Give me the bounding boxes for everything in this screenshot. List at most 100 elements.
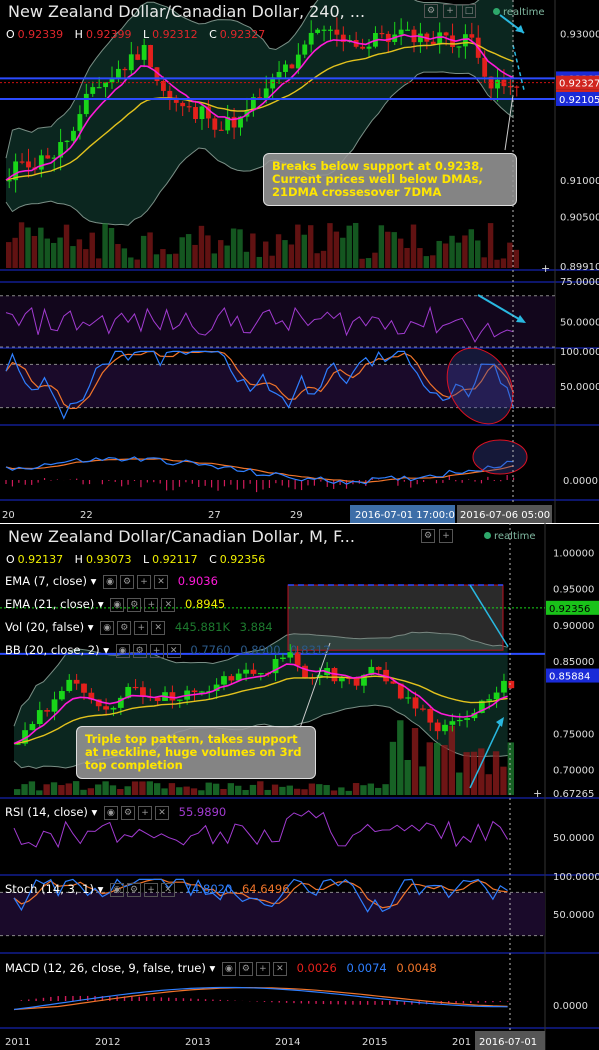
eye-icon[interactable]: ◉ — [103, 574, 118, 589]
candle-body — [385, 33, 391, 43]
candle-body — [44, 710, 51, 712]
candle-body — [29, 724, 36, 731]
x-axis-label: 2014 — [275, 1037, 300, 1048]
plus-icon[interactable]: + — [149, 643, 164, 658]
close-icon[interactable]: ✕ — [154, 805, 169, 820]
volume-bar — [264, 789, 271, 795]
close-icon[interactable]: ✕ — [166, 643, 181, 658]
eye-icon[interactable]: ◉ — [221, 961, 236, 976]
close-icon[interactable]: ✕ — [154, 574, 169, 589]
volume-bar — [419, 766, 426, 795]
realtime-indicator: realtime — [484, 531, 536, 542]
gear-icon[interactable]: ⚙ — [120, 805, 135, 820]
eye-icon[interactable]: ◉ — [110, 597, 125, 612]
plus-icon[interactable]: + — [137, 805, 152, 820]
volume-bar — [263, 241, 269, 268]
volume-bar — [385, 231, 391, 268]
price-label: 0.90500 — [560, 213, 599, 224]
candle-body — [199, 106, 205, 120]
candle-body — [110, 707, 117, 710]
vol-legend[interactable]: Vol (20, false) ▾ ◉ ⚙ + ✕ 445.881K 3.884 — [5, 620, 273, 635]
candle-body — [51, 699, 58, 712]
open-value: 0.92339 — [17, 28, 64, 41]
settings-icon[interactable]: ⚙ — [424, 4, 438, 18]
volume-bar — [166, 254, 173, 268]
chart-monthly[interactable]: 1.00000 0.95000 0.92356 0.90000 0.85000 0.858… — [0, 523, 599, 1050]
expand-icon[interactable]: + — [443, 4, 457, 18]
volume-bar — [333, 231, 340, 268]
close-icon[interactable]: ✕ — [272, 961, 287, 976]
expand-icon[interactable]: + — [439, 529, 453, 543]
stoch-legend[interactable]: Stoch (14, 3, 1) ▾ ◉ ⚙ + ✕ 74.8020 64.6496 — [5, 882, 290, 897]
candle-body — [263, 88, 269, 99]
volume-bar — [153, 783, 161, 795]
volume-bar — [76, 239, 83, 268]
volume-bar — [183, 786, 190, 795]
close-icon[interactable]: ✕ — [161, 597, 176, 612]
stoch-k-value: 74.8020 — [184, 882, 233, 896]
vol-value: 445.881K — [174, 620, 230, 634]
macd-signal-value: 0.0074 — [346, 961, 387, 975]
volume-bar — [307, 225, 314, 268]
volume-bar — [301, 234, 307, 268]
volume-bar — [389, 741, 397, 795]
close-icon[interactable]: ✕ — [161, 882, 176, 897]
chart-4h-canvas[interactable]: 0.930000.923850.923273:26:220.921050.910… — [0, 0, 599, 523]
rsi-label: 75.0000 — [560, 277, 599, 288]
bb-legend[interactable]: BB (20, close, 2) ▾ ◉ ⚙ + ✕ 0.7760 0.8900 0… — [5, 643, 330, 658]
candle-body — [141, 45, 147, 60]
eye-icon[interactable]: ◉ — [103, 805, 118, 820]
vol-value-2: 3.884 — [239, 620, 273, 634]
plus-icon[interactable]: + — [144, 597, 159, 612]
ema7-legend[interactable]: EMA (7, close) ▾ ◉ ⚙ + ✕ 0.9036 — [5, 574, 218, 589]
settings-icon[interactable]: ⚙ — [421, 529, 435, 543]
volume-bar — [286, 785, 293, 795]
chart-title: New Zealand Dollar/Canadian Dollar, 240,… — [8, 2, 366, 21]
eye-icon[interactable]: ◉ — [110, 882, 125, 897]
chart-4h[interactable]: 0.930000.923850.923273:26:220.921050.910… — [0, 0, 599, 523]
gear-icon[interactable]: ⚙ — [120, 574, 135, 589]
ema21-legend[interactable]: EMA (21, close) ▾ ◉ ⚙ + ✕ 0.8945 — [5, 597, 225, 612]
triple-top-box — [287, 584, 504, 651]
macd-legend[interactable]: MACD (12, 26, close, 9, false, true) ▾ ◉… — [5, 961, 437, 976]
rsi-label: RSI (14, close) — [5, 805, 88, 819]
plus-icon[interactable]: + — [255, 961, 270, 976]
volume-bar — [242, 789, 249, 795]
volume-bar — [391, 232, 397, 268]
volume-bar — [237, 229, 243, 268]
candle-body — [77, 114, 83, 131]
volume-bar — [185, 234, 192, 268]
maximize-icon[interactable]: □ — [462, 4, 476, 18]
gear-icon[interactable]: ⚙ — [127, 597, 142, 612]
volume-bar — [153, 254, 160, 268]
volume-bar — [57, 237, 63, 268]
volume-bar — [507, 742, 514, 795]
volume-bar — [481, 257, 487, 268]
plus-icon[interactable]: + — [137, 574, 152, 589]
price-label: 0.75000 — [553, 729, 594, 740]
eye-icon[interactable]: ◉ — [115, 643, 130, 658]
volume-bar — [43, 784, 50, 795]
volume-bar — [28, 781, 36, 795]
volume-bar — [224, 245, 230, 268]
eye-icon[interactable]: ◉ — [100, 620, 115, 635]
gear-icon[interactable]: ⚙ — [132, 643, 147, 658]
gear-icon[interactable]: ⚙ — [238, 961, 253, 976]
macd-label: MACD (12, 26, close, 9, false, true) — [5, 961, 206, 975]
gear-icon[interactable]: ⚙ — [117, 620, 132, 635]
volume-bar — [44, 238, 50, 268]
close-icon[interactable]: ✕ — [151, 620, 166, 635]
volume-bar — [279, 786, 286, 795]
volume-bar — [18, 222, 25, 268]
plus-icon[interactable]: + — [144, 882, 159, 897]
plus-icon[interactable]: + — [134, 620, 149, 635]
volume-bar — [275, 234, 282, 268]
volume-bar — [463, 752, 470, 795]
volume-bar — [249, 784, 257, 795]
candle-body — [243, 669, 249, 674]
volume-bar — [256, 256, 262, 268]
rsi-legend[interactable]: RSI (14, close) ▾ ◉ ⚙ + ✕ 55.9890 — [5, 805, 226, 820]
gear-icon[interactable]: ⚙ — [127, 882, 142, 897]
volume-bar — [179, 237, 185, 268]
volume-bar — [478, 748, 485, 795]
